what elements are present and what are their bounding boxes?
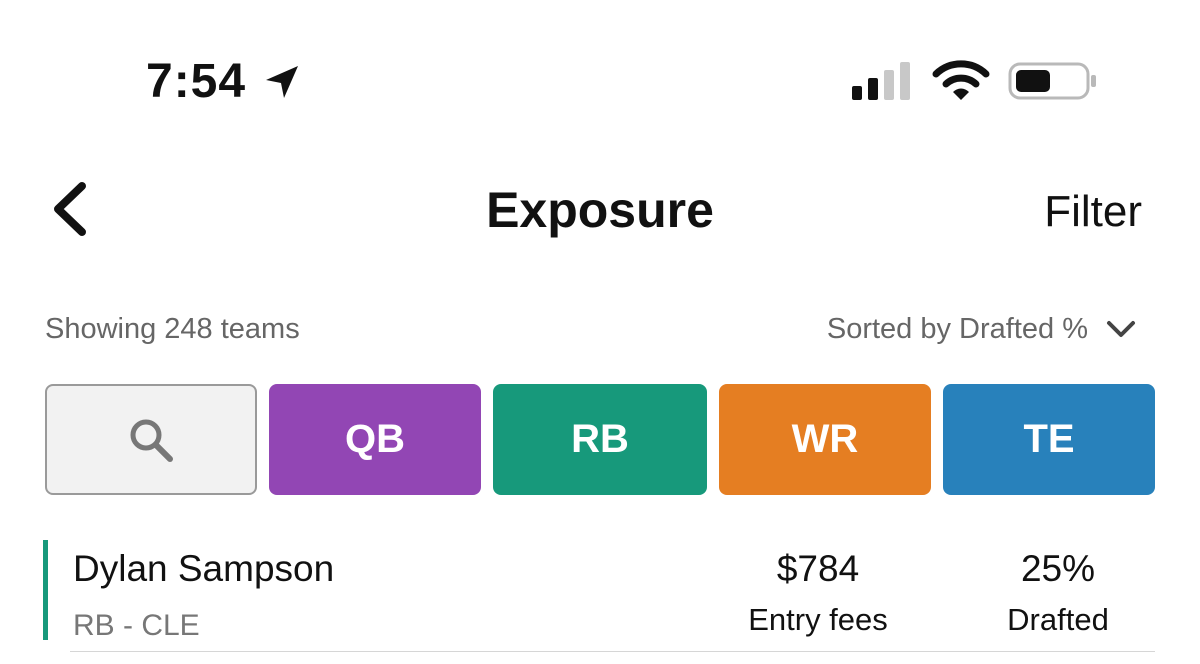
search-icon (130, 419, 173, 462)
sort-dropdown[interactable]: Sorted by Drafted % (827, 311, 1136, 347)
filter-rb-button[interactable]: RB (493, 384, 707, 495)
row-divider (70, 651, 1155, 652)
signal-icon (852, 62, 910, 100)
filter-te-button[interactable]: TE (943, 384, 1155, 495)
filter-button[interactable]: Filter (1044, 186, 1142, 238)
battery-icon (1008, 62, 1096, 100)
team-count-label: Showing 248 teams (45, 313, 300, 345)
player-name[interactable]: Dylan Sampson (73, 548, 334, 590)
status-time: 7:54 (146, 55, 247, 108)
filter-qb-button[interactable]: QB (269, 384, 481, 495)
drafted-label: Drafted (1007, 602, 1109, 637)
location-arrow-icon (266, 66, 298, 98)
sort-label: Sorted by Drafted % (826, 313, 1088, 345)
entry-fees-label: Entry fees (748, 602, 888, 637)
player-position-team: RB - CLE (73, 609, 200, 642)
entry-fees-value: $784 (776, 548, 860, 589)
drafted-value: 25% (1020, 548, 1096, 589)
filter-wr-button[interactable]: WR (719, 384, 931, 495)
chevron-down-icon (1107, 321, 1135, 337)
wifi-icon (932, 60, 990, 100)
position-color-bar (43, 540, 48, 640)
search-button[interactable] (45, 384, 257, 495)
page-title: Exposure (486, 182, 714, 238)
